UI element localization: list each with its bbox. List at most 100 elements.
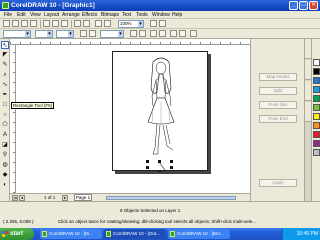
color-swatch[interactable] xyxy=(313,131,320,138)
menu-layout[interactable]: Layout xyxy=(44,12,59,18)
fill-tool-icon[interactable]: ◆ xyxy=(1,171,9,179)
title-bar: CorelDRAW 10 - [Graphic1] _ □ ✕ xyxy=(0,0,320,11)
copy-icon[interactable] xyxy=(52,20,59,27)
color-swatch[interactable] xyxy=(313,140,320,147)
artistic-media-icon[interactable]: ✒ xyxy=(1,91,9,99)
task-label: CorelDRAW 10 - [Gra... xyxy=(113,231,161,236)
menu-bar: File Edit View Layout Arrange Effects Bi… xyxy=(0,11,320,19)
color-swatch[interactable] xyxy=(313,122,320,129)
interactive-fill-icon[interactable]: ◪ xyxy=(1,141,9,149)
coreldraw-app-icon xyxy=(2,2,9,9)
menu-window[interactable]: Window xyxy=(152,12,170,18)
docker-fuse-end-button[interactable]: Fuse End xyxy=(259,115,297,123)
x-position-field[interactable] xyxy=(35,30,53,38)
outline-tool-icon[interactable]: ◍ xyxy=(1,161,9,169)
drawing-canvas[interactable] xyxy=(16,45,250,193)
zoom-tool-icon[interactable]: ⌕ xyxy=(1,71,9,79)
status-hint: Click an object twice for rotating/skewi… xyxy=(58,219,256,224)
mirror-vertical-icon[interactable] xyxy=(139,30,146,37)
menu-edit[interactable]: Edit xyxy=(17,12,26,18)
interactive-transparency-icon[interactable]: ◐ xyxy=(1,181,9,189)
task-coreldraw-2[interactable]: CorelDRAW 10 - [Gra... xyxy=(104,229,166,239)
import-icon[interactable] xyxy=(95,20,102,27)
window-title: CorelDRAW 10 - [Graphic1] xyxy=(11,2,95,9)
docker-apply-button[interactable]: Apply xyxy=(259,179,297,187)
toolbox: ↖ ◤ ✎ ⌕ ∿ ✒ □ ○ ⬠ A ◪ ⚲ ◍ ◆ ◐ xyxy=(0,39,10,201)
menu-text[interactable]: Text xyxy=(122,12,131,18)
menu-help[interactable]: Help xyxy=(172,12,182,18)
undo-icon[interactable] xyxy=(74,20,81,27)
girl-illustration[interactable] xyxy=(113,52,209,174)
docker-tabs xyxy=(304,39,311,201)
paper-type-select[interactable] xyxy=(3,30,31,38)
corel-online-icon[interactable] xyxy=(159,20,166,27)
coreldraw-task-icon xyxy=(42,231,47,237)
drawing-page[interactable] xyxy=(112,51,209,174)
docker-panel: Map Nodes Split Fuse Sks Fuse End Apply xyxy=(250,39,304,201)
polygon-tool-icon[interactable]: ⬠ xyxy=(1,121,9,129)
ellipse-tool-icon[interactable]: ○ xyxy=(1,111,9,119)
redo-icon[interactable] xyxy=(83,20,90,27)
maximize-button[interactable]: □ xyxy=(299,1,308,10)
text-tool-icon[interactable]: A xyxy=(1,131,9,139)
task-coreldraw-1[interactable]: CorelDRAW 10 - [Di... xyxy=(40,229,102,239)
color-swatch[interactable] xyxy=(313,113,320,120)
rotation-angle-field[interactable] xyxy=(100,30,124,38)
page-tab[interactable]: Page 1 xyxy=(74,194,92,201)
new-icon[interactable] xyxy=(3,20,10,27)
toolbar-separator xyxy=(40,20,41,28)
task-label: CorelDRAW 10 - [Di... xyxy=(49,231,93,236)
knife-tool-icon[interactable]: ✎ xyxy=(1,61,9,69)
docker-map-nodes-button[interactable]: Map Nodes xyxy=(259,73,297,81)
close-button[interactable]: ✕ xyxy=(309,1,318,10)
color-swatch[interactable] xyxy=(313,95,320,102)
page-navigator: |◂ ◂ 1 of 1 ▸ Page 1 xyxy=(10,193,250,201)
menu-bitmaps[interactable]: Bitmaps xyxy=(101,12,119,18)
group-icon[interactable] xyxy=(150,30,157,37)
landscape-icon[interactable] xyxy=(89,30,96,37)
rectangle-tool-tooltip: Rectangle Tool (F6) xyxy=(11,102,55,109)
docker-split-button[interactable]: Split xyxy=(259,87,297,95)
portrait-icon[interactable] xyxy=(80,30,87,37)
task-coreldraw-3[interactable]: CorelDRAW 10 - [Bro... xyxy=(168,229,230,239)
ungroup-icon[interactable] xyxy=(159,30,166,37)
horizontal-scrollbar[interactable] xyxy=(106,196,236,200)
taskbar: start CorelDRAW 10 - [Di... CorelDRAW 10… xyxy=(0,228,320,240)
menu-arrange[interactable]: Arrange xyxy=(62,12,80,18)
selection-status: 5 Objects Selected on Layer 1 xyxy=(120,208,181,213)
menu-effects[interactable]: Effects xyxy=(82,12,97,18)
open-icon[interactable] xyxy=(12,20,19,27)
menu-tools[interactable]: Tools xyxy=(136,12,148,18)
paste-icon[interactable] xyxy=(61,20,68,27)
color-swatch[interactable] xyxy=(313,86,320,93)
eyedropper-icon[interactable]: ⚲ xyxy=(1,151,9,159)
menu-file[interactable]: File xyxy=(4,12,12,18)
system-tray: 10:45 PM xyxy=(282,228,320,240)
color-swatch[interactable] xyxy=(313,149,320,156)
rectangle-tool-icon[interactable]: □ xyxy=(1,101,9,109)
break-apart-icon[interactable] xyxy=(179,30,186,37)
color-swatch[interactable] xyxy=(313,104,320,111)
freehand-tool-icon[interactable]: ∿ xyxy=(1,81,9,89)
print-icon[interactable] xyxy=(30,20,37,27)
color-swatch[interactable] xyxy=(313,77,320,84)
y-position-field[interactable] xyxy=(56,30,74,38)
mirror-horizontal-icon[interactable] xyxy=(130,30,137,37)
minimize-button[interactable]: _ xyxy=(289,1,298,10)
pick-tool-icon[interactable]: ↖ xyxy=(1,41,9,49)
export-icon[interactable] xyxy=(104,20,111,27)
task-label: CorelDRAW 10 - [Bro... xyxy=(177,231,224,236)
zoom-level-select[interactable]: 100% xyxy=(118,20,144,28)
docker-fuse-button[interactable]: Fuse Sks xyxy=(259,101,297,109)
color-swatch[interactable] xyxy=(313,59,320,66)
save-icon[interactable] xyxy=(21,20,28,27)
clock: 10:45 PM xyxy=(296,231,318,237)
shape-tool-icon[interactable]: ◤ xyxy=(1,51,9,59)
application-launcher-icon[interactable] xyxy=(150,20,157,27)
color-swatch[interactable] xyxy=(313,68,320,75)
cut-icon[interactable] xyxy=(43,20,50,27)
convert-to-curves-icon[interactable] xyxy=(190,30,197,37)
color-palette xyxy=(311,39,320,201)
menu-view[interactable]: View xyxy=(30,12,41,18)
combine-icon[interactable] xyxy=(170,30,177,37)
